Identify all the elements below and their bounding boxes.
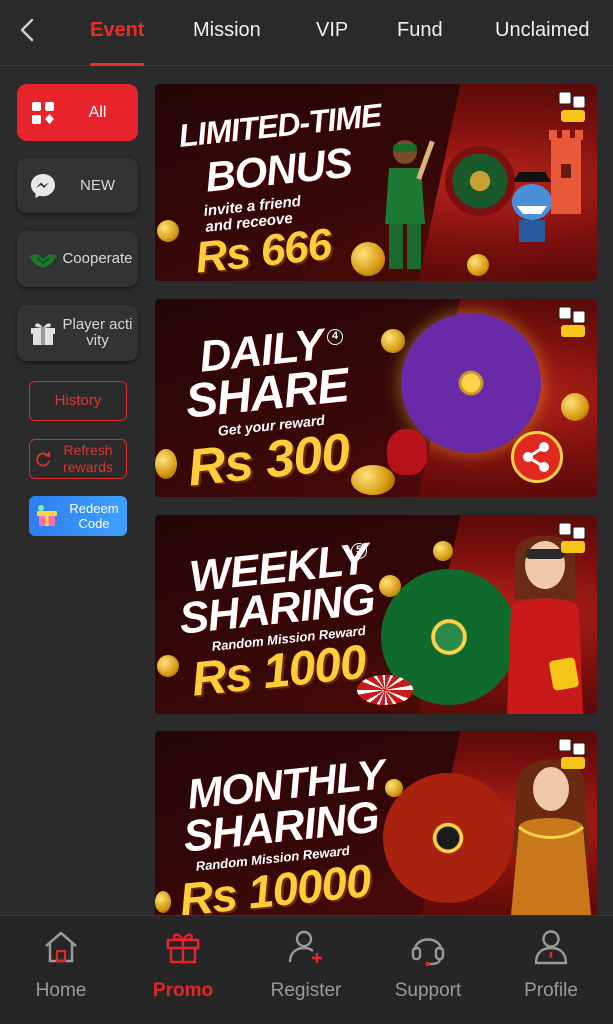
sidebar-item-cooperate[interactable]: Cooperate [17, 231, 138, 287]
top-nav-bar: Event Mission VIP Fund Unclaimed [0, 0, 613, 66]
casino-chips-illustration [357, 675, 413, 705]
nav-support[interactable]: Support [367, 916, 489, 1024]
nav-label: Home [35, 980, 87, 1001]
user-icon [534, 930, 568, 965]
redeem-code-button[interactable]: Redeem Code [29, 496, 127, 536]
headset-icon [411, 938, 445, 966]
history-button[interactable]: History [29, 381, 127, 421]
sidebar-item-player-activity[interactable]: Player activity [17, 305, 138, 361]
nav-label: Promo [152, 980, 214, 1001]
promo-banner-monthly-sharing[interactable]: MONTHLY SHARING Random Mission Reward Rs… [155, 731, 597, 915]
promo-banner-weekly-sharing[interactable]: WEEKLY 5 SHARING Random Mission Reward R… [155, 515, 597, 714]
share-button-icon [511, 431, 563, 483]
nav-profile[interactable]: Profile [490, 916, 612, 1024]
sidebar-item-label: All [88, 103, 107, 121]
sidebar-item-label: NEW [80, 176, 115, 194]
sidebar-item-label: Cooperate [62, 250, 133, 267]
gift-icon [166, 933, 200, 964]
prize-wheel-illustration [401, 313, 541, 453]
sidebar-item-all[interactable]: All [17, 84, 138, 141]
promo-banner-limited-time-bonus[interactable]: LIMITED-TIME BONUS invite a friend and r… [155, 84, 597, 281]
brand-logo-icon [557, 305, 589, 339]
tab-vip[interactable]: VIP [316, 0, 348, 66]
sidebar-item-new[interactable]: NEW [17, 158, 138, 213]
nav-label: Profile [524, 980, 578, 1001]
home-icon [45, 931, 77, 963]
refresh-rewards-button[interactable]: Refresh rewards [29, 439, 127, 479]
gold-prize-wheel-illustration [383, 773, 513, 903]
messenger-icon [25, 168, 61, 204]
refresh-rewards-label: Refresh rewards [63, 442, 113, 475]
handshake-icon [25, 241, 61, 277]
money-bag-illustration [387, 429, 427, 475]
sidebar-item-label: Player activity [62, 316, 133, 349]
tab-unclaimed[interactable]: Unclaimed [495, 0, 589, 66]
brand-logo-icon [557, 90, 589, 124]
grid-icon [25, 95, 61, 131]
banner-badge-number: 4 [327, 329, 343, 345]
banner-badge-number: 5 [351, 543, 367, 559]
nav-promo[interactable]: Promo [122, 916, 244, 1024]
redeem-gift-icon [37, 505, 57, 526]
refresh-icon [36, 452, 50, 467]
gift-icon [25, 315, 61, 351]
nav-home[interactable]: Home [0, 916, 122, 1024]
back-button[interactable] [14, 16, 42, 44]
add-user-icon [288, 930, 322, 963]
brand-logo-icon [557, 521, 589, 555]
bottom-nav-bar: Home Promo Register Support Profile [0, 915, 613, 1024]
roulette-wheel-illustration [445, 146, 515, 216]
nav-label: Register [270, 980, 342, 1001]
nav-label: Support [394, 980, 462, 1001]
brand-logo-icon [557, 737, 589, 771]
castle-tower-illustration [547, 124, 585, 214]
chevron-left-icon [20, 18, 34, 42]
tab-mission[interactable]: Mission [193, 0, 261, 66]
tab-bar: Event Mission VIP Fund Unclaimed [70, 0, 613, 66]
tab-fund[interactable]: Fund [397, 0, 443, 66]
redeem-code-label: Redeem Code [69, 501, 119, 531]
promo-banner-daily-share[interactable]: DAILY 4 SHARE Get your reward Rs 300 [155, 299, 597, 497]
nav-register[interactable]: Register [245, 916, 367, 1024]
tab-event[interactable]: Event [90, 0, 145, 66]
